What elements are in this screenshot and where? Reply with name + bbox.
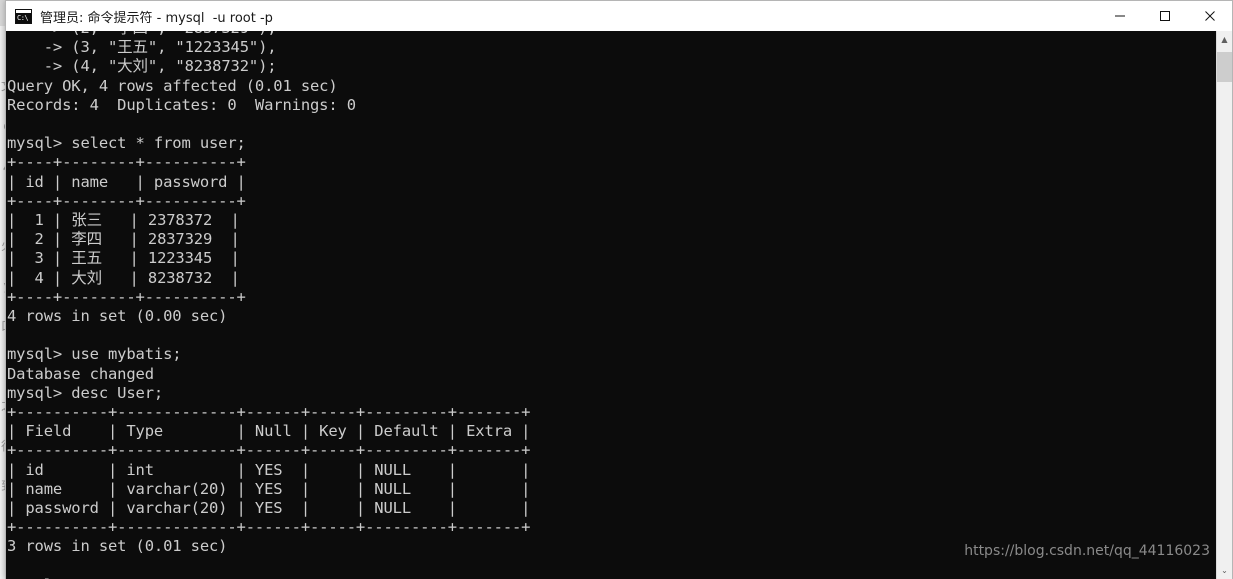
command-prompt-window: C:\ 管理员: 命令提示符 - mysql -u root -p -> (2,… <box>5 0 1233 579</box>
vertical-scrollbar[interactable]: ▲ ⌄ <box>1216 31 1232 579</box>
maximize-button[interactable] <box>1142 1 1187 31</box>
minimize-button[interactable] <box>1097 1 1142 31</box>
window-title: 管理员: 命令提示符 - mysql -u root -p <box>40 10 273 26</box>
terminal-screen[interactable]: -> (2, "李四", "2837329"), -> (3, "王五", "1… <box>6 31 1216 579</box>
close-button[interactable] <box>1187 1 1232 31</box>
scroll-down-button[interactable]: ⌄ <box>1217 562 1232 579</box>
minimize-icon <box>1114 15 1125 17</box>
close-icon <box>1204 11 1215 21</box>
console-body: -> (2, "李四", "2837329"), -> (3, "王五", "1… <box>6 31 1232 579</box>
scrollbar-thumb[interactable] <box>1217 52 1232 82</box>
maximize-icon <box>1159 11 1170 21</box>
title-bar[interactable]: C:\ 管理员: 命令提示符 - mysql -u root -p <box>6 1 1232 31</box>
cmd-console-icon: C:\ <box>15 8 32 24</box>
window-controls <box>1097 1 1232 31</box>
scrollbar-track[interactable] <box>1217 48 1232 562</box>
terminal-output: -> (2, "李四", "2837329"), -> (3, "王五", "1… <box>7 31 531 579</box>
csdn-watermark: https://blog.csdn.net/qq_44116023 <box>964 543 1210 559</box>
cmd-icon-label: C:\ <box>17 13 29 22</box>
scroll-up-button[interactable]: ▲ <box>1217 31 1232 48</box>
